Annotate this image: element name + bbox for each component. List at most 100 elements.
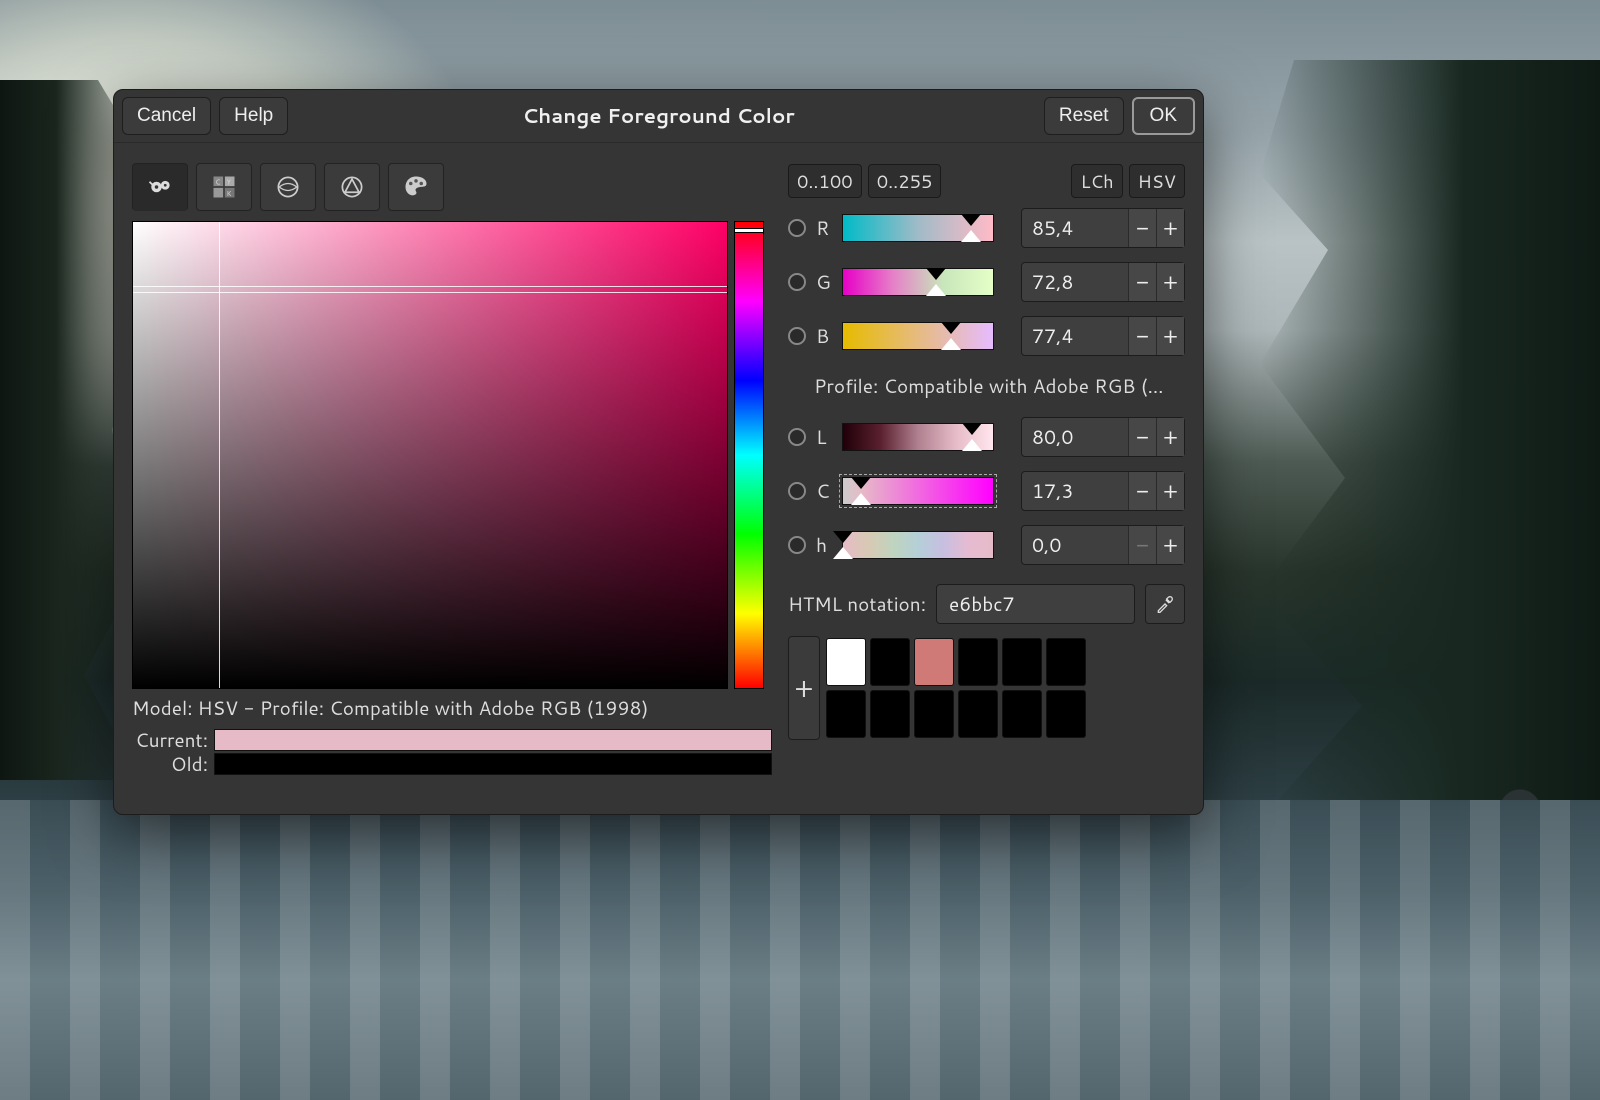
spin-minus-l[interactable]: −: [1128, 418, 1156, 456]
watercolor-icon: [274, 173, 302, 201]
channel-radio-g[interactable]: [788, 273, 806, 291]
channel-label-c: C: [816, 478, 832, 505]
history-swatch[interactable]: [1046, 690, 1086, 738]
svg-text:C: C: [215, 177, 220, 187]
tab-watercolor-selector[interactable]: [260, 163, 316, 211]
ok-button[interactable]: OK: [1132, 97, 1195, 135]
eyedropper-icon: [1155, 594, 1175, 614]
old-color-swatch[interactable]: [214, 753, 772, 775]
html-notation-label: HTML notation:: [788, 591, 926, 618]
range-0-100-toggle[interactable]: 0..100: [788, 164, 862, 198]
current-color-swatch[interactable]: [214, 729, 772, 751]
wallpaper-river: [0, 800, 1600, 1100]
channel-value-c[interactable]: 17,3: [1022, 478, 1128, 505]
channel-radio-b[interactable]: [788, 327, 806, 345]
channel-row-b: B 77,4 −+: [788, 315, 1185, 357]
history-swatch[interactable]: [870, 638, 910, 686]
channel-value-r[interactable]: 85,4: [1022, 215, 1128, 242]
channel-slider-c[interactable]: [842, 477, 994, 505]
sv-crosshair-v: [219, 222, 220, 688]
spin-plus-h[interactable]: +: [1156, 526, 1184, 564]
spin-plus-r[interactable]: +: [1156, 209, 1184, 247]
channel-radio-c[interactable]: [788, 482, 806, 500]
svg-text:Y: Y: [227, 177, 232, 187]
channel-radio-r[interactable]: [788, 219, 806, 237]
current-color-label: Current:: [132, 727, 208, 754]
help-button[interactable]: Help: [219, 97, 288, 135]
tab-gimp-selector[interactable]: [132, 163, 188, 211]
model-lch-toggle[interactable]: LCh: [1071, 164, 1122, 198]
spin-plus-b[interactable]: +: [1156, 317, 1184, 355]
channel-row-r: R 85,4 −+: [788, 207, 1185, 249]
channel-slider-b[interactable]: [842, 322, 994, 350]
history-swatch[interactable]: [958, 638, 998, 686]
rgb-profile-label: Profile: Compatible with Adobe RGB (…: [814, 373, 1185, 400]
history-swatch[interactable]: [1002, 690, 1042, 738]
saturation-value-canvas[interactable]: [132, 221, 728, 689]
wilber-icon: [146, 173, 174, 201]
reset-button[interactable]: Reset: [1044, 97, 1124, 135]
add-to-history-button[interactable]: +: [788, 636, 820, 740]
spin-minus-b[interactable]: −: [1128, 317, 1156, 355]
channel-value-b[interactable]: 77,4: [1022, 323, 1128, 350]
history-swatch[interactable]: [914, 638, 954, 686]
color-history: +: [788, 636, 1185, 740]
old-color-label: Old:: [132, 751, 208, 778]
model-hsv-toggle[interactable]: HSV: [1129, 164, 1185, 198]
spin-minus-g[interactable]: −: [1128, 263, 1156, 301]
history-swatch[interactable]: [958, 690, 998, 738]
channel-slider-r[interactable]: [842, 214, 994, 242]
titlebar: Cancel Help Change Foreground Color Rese…: [114, 90, 1203, 143]
history-swatch[interactable]: [1046, 638, 1086, 686]
channel-row-h: h 0,0 −+: [788, 524, 1185, 566]
channel-spin-g[interactable]: 72,8 −+: [1021, 262, 1185, 302]
hue-slider-marker: [735, 229, 763, 232]
channel-value-l[interactable]: 80,0: [1022, 424, 1128, 451]
channel-radio-h[interactable]: [788, 536, 806, 554]
triangle-wheel-icon: [338, 173, 366, 201]
hue-slider[interactable]: [734, 221, 764, 689]
history-swatch[interactable]: [826, 690, 866, 738]
channel-slider-l[interactable]: [842, 423, 994, 451]
history-swatch[interactable]: [914, 690, 954, 738]
eyedropper-button[interactable]: [1145, 584, 1185, 624]
range-0-255-toggle[interactable]: 0..255: [868, 164, 942, 198]
sv-crosshair-h2: [133, 292, 727, 293]
channel-value-h[interactable]: 0,0: [1022, 532, 1128, 559]
selector-tabs: CYK: [132, 161, 772, 213]
spin-minus-r[interactable]: −: [1128, 209, 1156, 247]
channel-spin-l[interactable]: 80,0 −+: [1021, 417, 1185, 457]
cmyk-icon: CYK: [210, 173, 238, 201]
tab-cmyk-selector[interactable]: CYK: [196, 163, 252, 211]
spin-plus-c[interactable]: +: [1156, 472, 1184, 510]
channel-spin-r[interactable]: 85,4 −+: [1021, 208, 1185, 248]
channel-row-g: G 72,8 −+: [788, 261, 1185, 303]
spin-plus-l[interactable]: +: [1156, 418, 1184, 456]
channel-label-r: R: [816, 215, 832, 242]
tab-palette-selector[interactable]: [388, 163, 444, 211]
channel-slider-g[interactable]: [842, 268, 994, 296]
channel-label-l: L: [816, 424, 832, 451]
history-swatch[interactable]: [870, 690, 910, 738]
spin-minus-h[interactable]: −: [1128, 526, 1156, 564]
sv-crosshair-h: [133, 286, 727, 287]
model-profile-label: Model: HSV - Profile: Compatible with Ad…: [132, 695, 772, 722]
palette-icon: [402, 173, 430, 201]
channel-radio-l[interactable]: [788, 428, 806, 446]
channel-slider-h[interactable]: [842, 531, 994, 559]
cancel-button[interactable]: Cancel: [122, 97, 211, 135]
spin-minus-c[interactable]: −: [1128, 472, 1156, 510]
svg-text:K: K: [227, 189, 232, 199]
history-swatch[interactable]: [1002, 638, 1042, 686]
html-notation-input[interactable]: e6bbc7: [936, 584, 1135, 624]
spin-plus-g[interactable]: +: [1156, 263, 1184, 301]
history-swatch[interactable]: [826, 638, 866, 686]
tab-wheel-selector[interactable]: [324, 163, 380, 211]
color-chooser-dialog: Cancel Help Change Foreground Color Rese…: [113, 89, 1204, 815]
channel-spin-h[interactable]: 0,0 −+: [1021, 525, 1185, 565]
channel-spin-c[interactable]: 17,3 −+: [1021, 471, 1185, 511]
channel-label-h: h: [816, 532, 832, 559]
channel-row-l: L 80,0 −+: [788, 416, 1185, 458]
channel-spin-b[interactable]: 77,4 −+: [1021, 316, 1185, 356]
channel-value-g[interactable]: 72,8: [1022, 269, 1128, 296]
